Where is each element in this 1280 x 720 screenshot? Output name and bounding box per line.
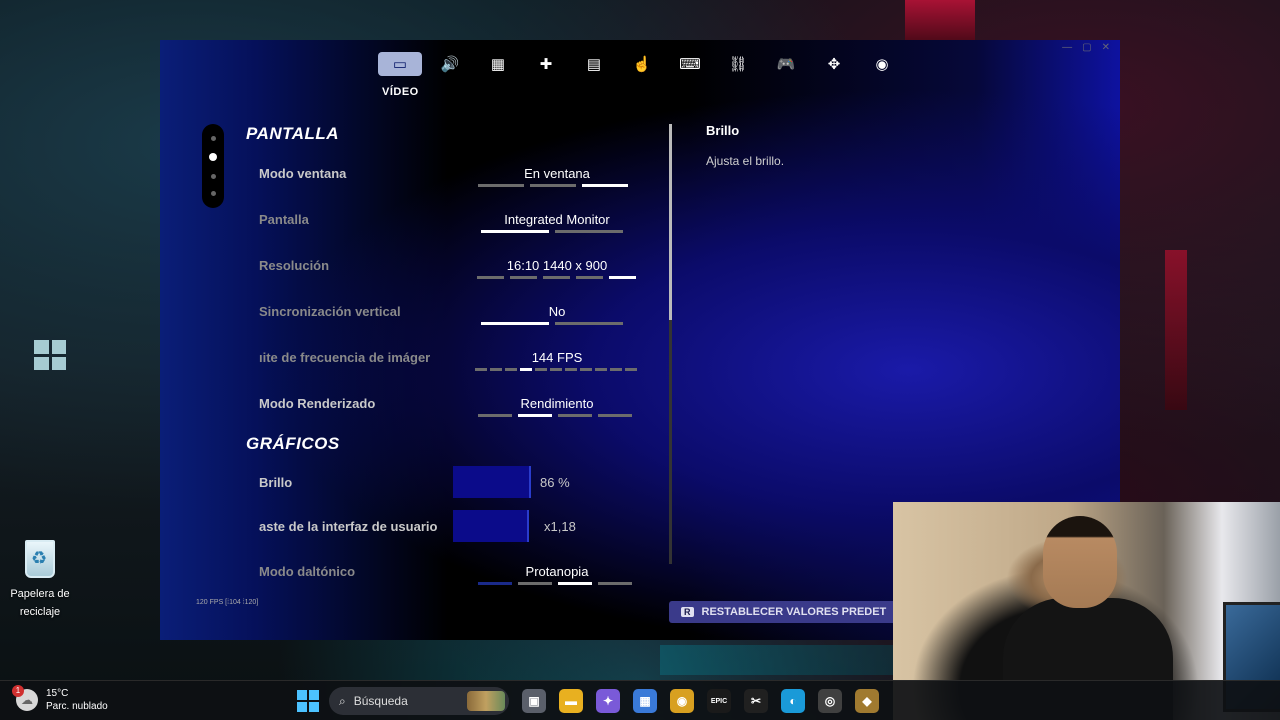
copilot-icon[interactable]: ✦ [596,689,620,713]
setting-label-resolution: Resolución [259,258,330,273]
cloud-sun-icon: ☁ 1 [12,685,38,711]
pager-dot[interactable] [210,136,216,142]
fps-limit-selector[interactable] [475,368,637,371]
controller-icon[interactable]: 🎮 [766,52,806,76]
game-app-icon[interactable]: ◆ [855,689,879,713]
colorblind-mode-selector[interactable] [478,582,632,585]
background-neon-sign [905,0,975,40]
taskbar-apps: ▣ ▬ ✦ ▦ ◉ EPIC ✂ ◐ ◎ ◆ [522,689,879,713]
setting-label-vsync: Sincronización vertical [259,304,401,319]
scrollbar-thumb[interactable] [669,124,672,320]
taskbar: ☁ 1 15°C Parc. nublado ⌕ Búsqueda ▣ ▬ ✦ ▦ ◉ E… [0,680,1280,720]
pager-dot[interactable] [210,190,216,196]
grid-icon[interactable]: ▦ [478,52,518,76]
section-title-graficos: GRÁFICOS [246,434,340,453]
section-title-pantalla: PANTALLA [246,124,340,143]
description-title: Brillo [706,123,740,138]
touch-icon[interactable]: ☝ [622,52,662,76]
reset-key-hint: R [681,607,694,617]
maximize-icon[interactable]: ▢ [1082,42,1091,53]
search-icon: ⌕ [339,693,346,708]
search-placeholder: Búsqueda [353,694,408,708]
settings-scrollbar[interactable] [669,124,672,564]
keyboard-mouse-icon[interactable]: ⌨ [670,52,710,76]
setting-value-window-mode[interactable]: En ventana [470,166,644,181]
dpad-icon[interactable]: ✥ [814,52,854,76]
render-mode-selector[interactable] [478,414,632,417]
brightness-slider[interactable] [453,466,531,498]
active-tab-label: VÍDEO [382,86,419,98]
fps-counter: 120 FPS [⁞104 ⁞120] [196,599,259,606]
display-selector[interactable] [481,230,623,233]
taskbar-search[interactable]: ⌕ Búsqueda [329,687,509,715]
recorder-icon[interactable]: ◎ [818,689,842,713]
resolution-selector[interactable] [477,276,636,279]
setting-value-fps-limit[interactable]: 144 FPS [470,350,644,365]
speaker-icon[interactable]: 🔊 [430,52,470,76]
window-controls: — ▢ ✕ [1062,42,1110,53]
monitor-icon[interactable]: ▭ [378,52,422,76]
description-text: Ajusta el brillo. [706,154,785,168]
account-icon[interactable]: ◉ [862,52,902,76]
recycle-bin-label: Papelera de reciclaje [10,588,70,618]
brightness-value: 86 % [540,475,570,490]
background-glow [660,645,900,675]
setting-value-colorblind-mode[interactable]: Protanopia [470,564,644,579]
setting-label-brightness: Brillo [259,475,293,490]
setting-label-window-mode: Modo ventana [259,166,347,181]
edge-icon[interactable]: ◐ [781,689,805,713]
ui-contrast-value: x1,18 [544,519,576,534]
start-button[interactable] [297,690,319,712]
pager-dot-active[interactable] [209,153,217,162]
search-highlight-image [467,691,505,711]
setting-label-render-mode: Modo Renderizado [259,396,376,411]
reset-defaults-label: RESTABLECER VALORES PREDET [701,606,887,618]
setting-label-colorblind-mode: Modo daltónico [259,564,356,579]
window-icon[interactable]: ▤ [574,52,614,76]
setting-value-render-mode[interactable]: Rendimiento [470,396,644,411]
setting-value-vsync[interactable]: No [470,304,644,319]
settings-tab-bar: ▭ 🔊 ▦ ✚ ▤ ☝ ⌨ ⛓ 🎮 ✥ ◉ [378,52,902,76]
pager-dot[interactable] [210,173,216,179]
minimize-icon[interactable]: — [1062,42,1072,53]
recycle-bin-icon [25,540,55,578]
reset-defaults-button[interactable]: R RESTABLECER VALORES PREDET [669,601,929,623]
gamepad-wireless-icon[interactable]: ✚ [526,52,566,76]
background-neon-strip [1165,250,1187,410]
desktop-icon-recycle-bin[interactable]: Papelera de reciclaje [8,540,72,620]
chrome-icon[interactable]: ◉ [670,689,694,713]
ui-contrast-slider[interactable] [453,510,529,542]
weather-widget[interactable]: ☁ 1 15°C Parc. nublado [12,685,108,713]
section-pager[interactable] [202,124,224,208]
capcut-icon[interactable]: ✂ [744,689,768,713]
epic-games-icon[interactable]: EPIC [707,689,731,713]
notification-badge: 1 [12,685,24,697]
window-mode-selector[interactable] [478,184,628,187]
setting-label-ui-contrast: aste de la interfaz de usuario [259,519,438,534]
close-icon[interactable]: ✕ [1102,42,1110,53]
weather-temperature: 15°C [46,688,69,699]
store-icon[interactable]: ▦ [633,689,657,713]
task-view-icon[interactable]: ▣ [522,689,546,713]
setting-label-display: Pantalla [259,212,309,227]
setting-label-fps-limit: ıite de frecuencia de imáger [259,350,431,365]
setting-value-resolution[interactable]: 16:10 1440 x 900 [470,258,644,273]
network-icon[interactable]: ⛓ [718,52,758,76]
background-window [34,340,66,370]
file-explorer-icon[interactable]: ▬ [559,689,583,713]
vsync-selector[interactable] [481,322,623,325]
webcam-person-head [1043,516,1117,608]
setting-value-display[interactable]: Integrated Monitor [470,212,644,227]
weather-description: Parc. nublado [46,701,108,712]
